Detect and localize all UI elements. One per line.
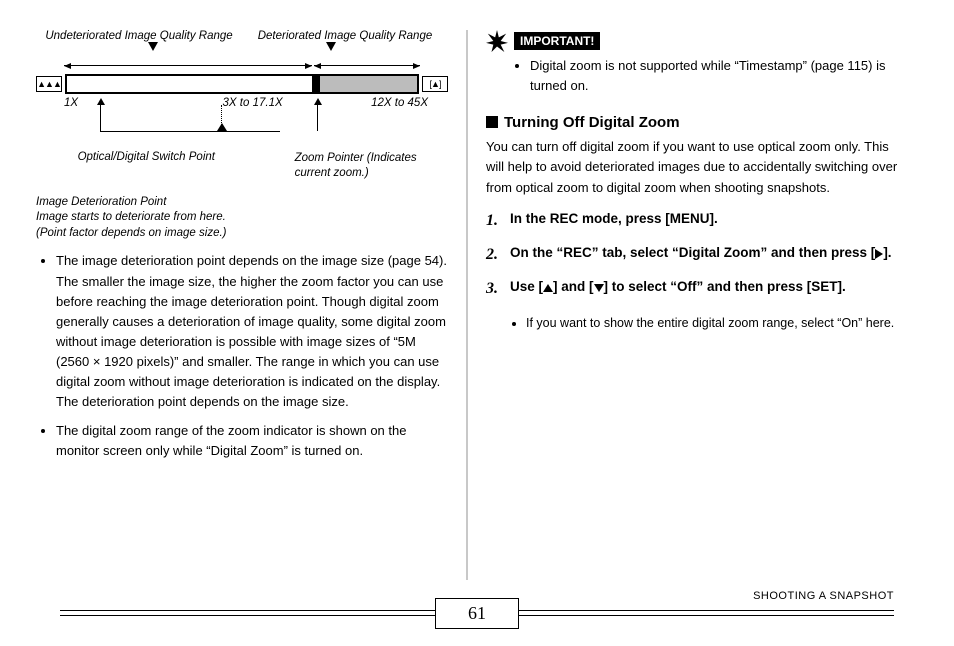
wide-zoom-icon: ▲▲▲: [36, 76, 62, 92]
step-2: 2. On the “REC” tab, select “Digital Zoo…: [486, 244, 898, 266]
important-bullet-text: Digital zoom is not supported while “Tim…: [530, 56, 898, 96]
arrow-down-icon: [148, 42, 158, 51]
starburst-icon: [486, 30, 508, 52]
zoom-bar: [65, 74, 419, 94]
up-triangle-icon: [543, 284, 553, 292]
square-bullet-icon: [486, 116, 498, 128]
step-1: 1. In the REC mode, press [MENU].: [486, 210, 898, 232]
footer-caption: SHOOTING A SNAPSHOT: [753, 590, 894, 602]
left-bullets: The image deterioration point depends on…: [36, 251, 448, 460]
leader-line-icon: [100, 105, 101, 131]
bullet-text: The image deterioration point depends on…: [56, 251, 448, 412]
important-label: IMPORTANT!: [514, 32, 600, 50]
zoom-pointer-label: Zoom Pointer (Indicates current zoom.): [265, 151, 448, 181]
tele-zoom-icon: [▲]: [422, 76, 448, 92]
down-triangle-icon: [594, 284, 604, 292]
range-arrow-left: [64, 65, 312, 66]
zoom-pointer-icon: [312, 75, 320, 93]
deteriorated-range-label: Deteriorated Image Quality Range: [242, 30, 448, 42]
deteriorated-region: [312, 76, 417, 92]
switch-point-label: Optical/Digital Switch Point: [36, 151, 265, 181]
section-heading: Turning Off Digital Zoom: [486, 114, 898, 131]
tick-1x: 1X: [64, 97, 78, 109]
tick-max: 12X to 45X: [371, 97, 428, 109]
tick-mid: 3X to 17.1X: [223, 97, 283, 109]
undeteriorated-range-label: Undeteriorated Image Quality Range: [36, 30, 242, 42]
leader-line-icon: [317, 105, 318, 131]
step-3: 3. Use [] and [] to select “Off” and the…: [486, 278, 898, 300]
intro-paragraph: You can turn off digital zoom if you wan…: [486, 137, 898, 197]
important-bullets: Digital zoom is not supported while “Tim…: [514, 56, 898, 96]
deterioration-note: Image Deterioration Point Image starts t…: [36, 195, 448, 242]
diagram-top-labels: Undeteriorated Image Quality Range Deter…: [36, 30, 448, 42]
page-number: 61: [435, 598, 519, 629]
bullet-text: The digital zoom range of the zoom indic…: [56, 421, 448, 461]
step-3-sub-bullets: If you want to show the entire digital z…: [510, 314, 898, 333]
dotted-leader-icon: [221, 105, 222, 129]
step-sub-text: If you want to show the entire digital z…: [526, 314, 898, 333]
range-arrow-right: [314, 65, 420, 66]
arrow-down-icon: [326, 42, 336, 51]
